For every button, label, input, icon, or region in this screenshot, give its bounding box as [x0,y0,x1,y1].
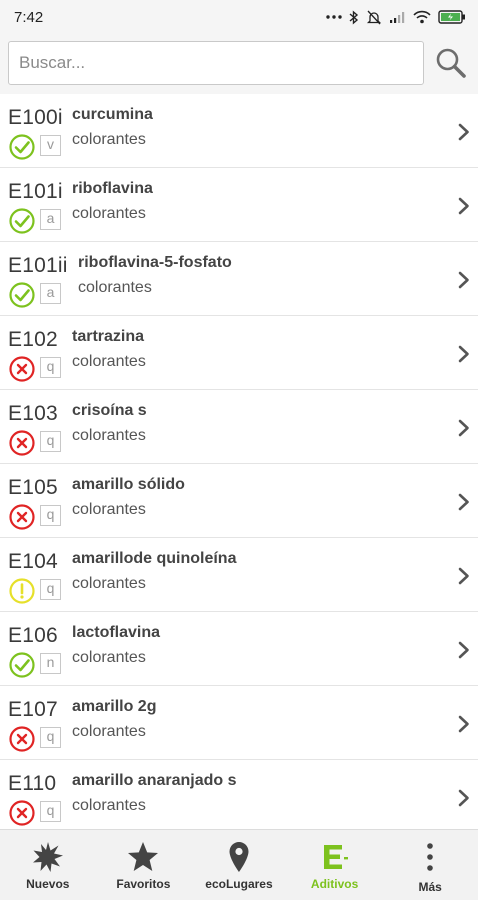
additive-name: riboflavina [72,180,153,197]
additive-code: E101ii [8,254,68,277]
cross-circle-icon [9,356,35,382]
chevron-right-icon [458,641,469,659]
status-bar: 7:42 [0,0,478,34]
star-icon [126,840,160,874]
additive-row[interactable]: E103 crisoína s colorantes q [0,390,478,464]
additive-category: colorantes [72,649,146,666]
origin-letter-badge: q [40,505,61,526]
additive-name: curcumina [72,106,153,123]
chevron-right-icon [458,715,469,733]
additive-category: colorantes [78,279,152,296]
additive-row[interactable]: E104 amarillode quinoleína colorantes q [0,538,478,612]
origin-letter-badge: q [40,727,61,748]
chevron-right-icon [458,197,469,215]
nav-item-mas[interactable]: Más [382,830,478,900]
chevron-right-icon [458,345,469,363]
status-icons [326,9,466,25]
warning-circle-icon [9,578,35,604]
additive-category: colorantes [72,427,146,444]
search-bar [0,34,478,94]
additive-name: crisoína s [72,402,147,419]
nav-item-ecolugares[interactable]: ecoLugares [191,830,287,900]
nav-label: Nuevos [26,877,70,891]
burst-icon [31,840,65,874]
additive-code: E102 [8,328,58,351]
check-circle-icon [9,282,35,308]
additive-code: E110 [8,772,57,795]
additives-list: E100i curcumina colorantes v E101i ribof… [0,94,478,829]
origin-letter-badge: q [40,801,61,822]
nav-item-nuevos[interactable]: Nuevos [0,830,96,900]
additive-category: colorantes [72,575,146,592]
cross-circle-icon [9,800,35,826]
nav-label: ecoLugares [205,877,273,891]
additive-row[interactable]: E106 lactoflavina colorantes n [0,612,478,686]
mute-icon [366,10,382,24]
battery-icon [438,10,465,24]
search-input[interactable] [8,41,424,85]
chevron-right-icon [458,419,469,437]
check-circle-icon [9,208,35,234]
chevron-right-icon [458,789,469,807]
additive-category: colorantes [72,797,146,814]
nav-label: Más [418,880,442,894]
additive-code: E100i [8,106,63,129]
wifi-icon [413,10,431,24]
chevron-right-icon [458,567,469,585]
check-circle-icon [9,652,35,678]
e-additives-icon [318,840,352,874]
additive-name: lactoflavina [72,624,161,641]
additive-row[interactable]: E107 amarillo 2g colorantes q [0,686,478,760]
origin-letter-badge: q [40,431,61,452]
additive-row[interactable]: E105 amarillo sólido colorantes q [0,464,478,538]
origin-letter-badge: a [40,283,61,304]
bottom-navigation: Nuevos Favoritos ecoLugares Aditivos Más [0,829,478,900]
additive-code: E107 [8,698,58,721]
additive-code: E106 [8,624,58,647]
search-icon[interactable] [434,46,468,80]
additive-name: amarillode quinoleína [72,550,237,567]
additive-name: tartrazina [72,328,145,345]
origin-letter-badge: q [40,357,61,378]
additive-row[interactable]: E101i riboflavina colorantes a [0,168,478,242]
additive-code: E105 [8,476,58,499]
additive-name: riboflavina-5-fosfato [78,254,232,271]
additive-code: E104 [8,550,58,573]
additive-category: colorantes [72,723,146,740]
bluetooth-icon [349,9,359,25]
chevron-right-icon [458,493,469,511]
additive-category: colorantes [72,501,146,518]
additive-name: amarillo 2g [72,698,157,715]
additive-category: colorantes [72,205,146,222]
nav-item-aditivos[interactable]: Aditivos [287,830,383,900]
origin-letter-badge: q [40,579,61,600]
cross-circle-icon [9,504,35,530]
additive-code: E103 [8,402,58,425]
origin-letter-badge: n [40,653,61,674]
nav-item-favoritos[interactable]: Favoritos [96,830,192,900]
chevron-right-icon [458,123,469,141]
nav-label: Aditivos [310,877,359,891]
additive-category: colorantes [72,353,146,370]
more-vertical-icon [413,840,447,874]
more-dots-icon [326,15,342,19]
additive-name: amarillo anaranjado s [72,772,237,789]
location-pin-icon [222,840,256,874]
additive-row[interactable]: E102 tartrazina colorantes q [0,316,478,390]
cross-circle-icon [9,430,35,456]
signal-icon [390,11,405,23]
additive-row[interactable]: E101ii riboflavina-5-fosfato colorantes … [0,242,478,316]
origin-letter-badge: v [40,135,61,156]
additive-category: colorantes [72,131,146,148]
origin-letter-badge: a [40,209,61,230]
additive-row[interactable]: E110 amarillo anaranjado s colorantes q [0,760,478,829]
additive-name: amarillo sólido [72,476,185,493]
additive-row[interactable]: E100i curcumina colorantes v [0,94,478,168]
cross-circle-icon [9,726,35,752]
chevron-right-icon [458,271,469,289]
additive-code: E101i [8,180,63,203]
status-time: 7:42 [14,8,44,26]
nav-label: Favoritos [116,877,171,891]
check-circle-icon [9,134,35,160]
